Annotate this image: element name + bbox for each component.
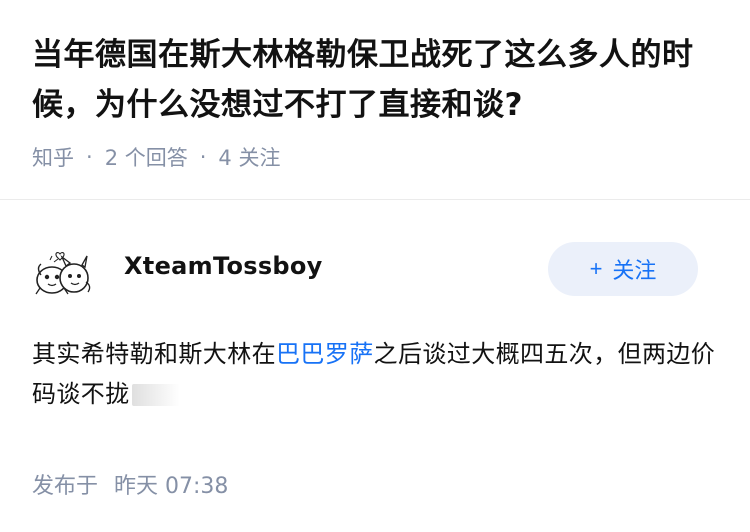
answer-content[interactable]: 其实希特勒和斯大林在巴巴罗萨之后谈过大概四五次，但两边价码谈不拢 — [32, 334, 722, 414]
author-row: XteamTossboy + 关注 — [32, 242, 698, 304]
posted-info: 发布于 昨天 07:38 — [32, 468, 228, 500]
source-label[interactable]: 知乎 — [32, 142, 74, 172]
follow-button-label: 关注 — [612, 258, 657, 283]
question-header: 当年德国在斯大林格勒保卫战死了这么多人的时候，为什么没想过不打了直接和谈? 知乎… — [32, 30, 722, 172]
meta-separator: · — [199, 145, 207, 169]
follow-button[interactable]: + 关注 — [548, 242, 698, 296]
divider — [0, 199, 750, 200]
answer-text-part1: 其实希特勒和斯大林在 — [32, 340, 276, 368]
truncation-fade — [131, 384, 180, 406]
followers-count[interactable]: 4 关注 — [218, 142, 280, 172]
avatar[interactable] — [32, 242, 94, 304]
question-title[interactable]: 当年德国在斯大林格勒保卫战死了这么多人的时候，为什么没想过不打了直接和谈? — [32, 30, 722, 130]
answers-count[interactable]: 2 个回答 — [105, 142, 188, 172]
barbarossa-link[interactable]: 巴巴罗萨 — [276, 340, 374, 368]
meta-separator: · — [86, 145, 93, 169]
plus-icon: + — [589, 256, 603, 281]
posted-label: 发布于 — [32, 474, 99, 499]
author-name[interactable]: XteamTossboy — [124, 252, 323, 280]
question-meta: 知乎 · 2 个回答 · 4 关注 — [32, 142, 722, 172]
posted-time: 昨天 07:38 — [114, 474, 229, 499]
doodle-avatar-icon — [32, 242, 94, 304]
